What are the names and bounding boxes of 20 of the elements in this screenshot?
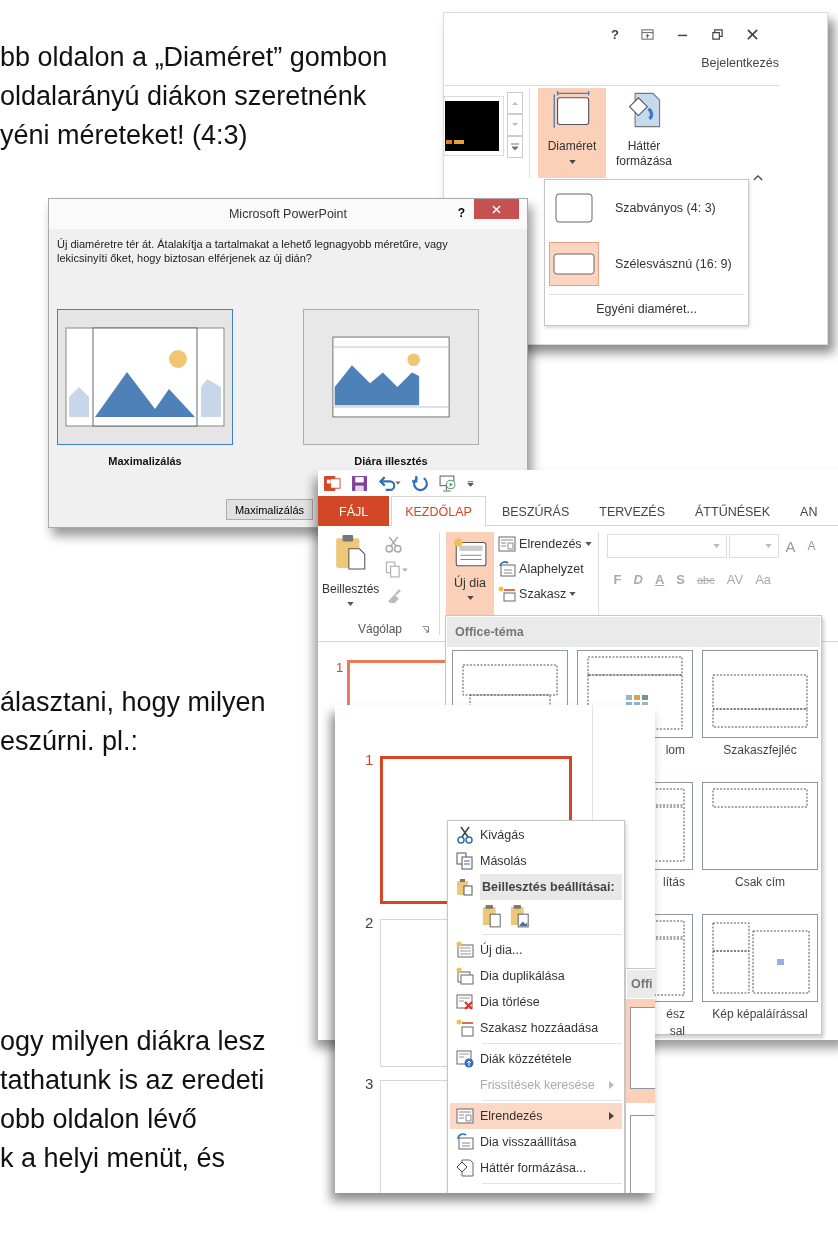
layout-label: Kép képaláírással	[711, 1006, 809, 1023]
dialog-message: Új diaméretre tér át. Átalakítja a tartalmakat a lehető legnagyobb méretűre, vagy lekicsinyíti őket, hogy biztosan elférjenek az új dián?	[57, 237, 449, 265]
slide-number: 1	[365, 751, 375, 768]
option-label: Diára illesztés	[354, 455, 428, 467]
layout-label: lítás	[663, 874, 685, 891]
option-label: Maximalizálás	[108, 455, 182, 467]
slide-number: 1	[336, 660, 344, 675]
layout-label: ész sal	[666, 1006, 685, 1040]
paragraph-text: álasztani, hogy milyen eszúrni. pl.:	[0, 686, 266, 758]
layout-label: Csak cím	[734, 874, 786, 891]
paragraph-text: bb oldalon a „Diaméret” gombon oldalarányú diákon szeretnénk yéni méreteket! (4:3)	[0, 41, 388, 152]
layout-label: lom	[665, 742, 685, 759]
paragraph-text: ogy milyen diákra lesz tathatunk is az eredeti obb oldalon lévő k a helyi menüt, és	[0, 1025, 266, 1175]
slide-number: 2	[365, 914, 375, 931]
gallery-header: Office-téma	[447, 617, 820, 647]
layout-label: Szakaszfejléc	[722, 742, 798, 759]
slide-number: 3	[365, 1075, 375, 1092]
group-label: Vágólap	[358, 622, 403, 636]
gallery-header: Offi	[627, 970, 655, 998]
window-title: Microsoft PowerPoint	[228, 207, 348, 221]
